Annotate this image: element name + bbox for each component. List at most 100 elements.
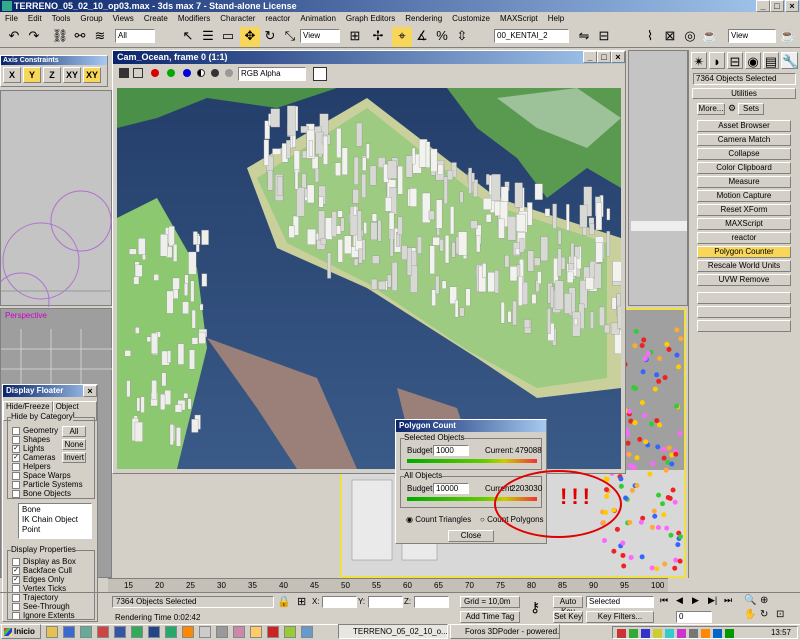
- count-triangles-radio[interactable]: ◉ Count Triangles: [406, 515, 471, 524]
- quick-launch-ie-icon[interactable]: [63, 626, 75, 638]
- utility-camera-match-button[interactable]: Camera Match: [697, 134, 791, 146]
- axis-xy-button-4[interactable]: XY: [83, 67, 101, 83]
- tray-icon[interactable]: [617, 629, 626, 638]
- zoom-all-icon[interactable]: ⊕: [760, 595, 768, 606]
- taskbar-item-3dsmax[interactable]: TERRENO_05_02_10_o...: [338, 624, 448, 639]
- menu-item-modifiers[interactable]: Modifiers: [173, 12, 215, 26]
- utility-measure-button[interactable]: Measure: [697, 176, 791, 188]
- category-list-item[interactable]: IK Chain Object: [22, 515, 88, 525]
- tray-icon[interactable]: [677, 629, 686, 638]
- modify-tab-icon[interactable]: ◗: [709, 52, 725, 69]
- utility-collapse-button[interactable]: Collapse: [697, 148, 791, 160]
- blue-channel-icon[interactable]: [183, 69, 191, 77]
- category-list-item[interactable]: Point: [22, 525, 88, 535]
- render-type-dropdown[interactable]: View: [728, 29, 776, 43]
- menu-item-customize[interactable]: Customize: [447, 12, 495, 26]
- quick-launch-winamp-icon[interactable]: [182, 626, 194, 638]
- channel-dropdown[interactable]: RGB Alpha: [238, 67, 306, 81]
- utility-empty-slot-1[interactable]: [697, 292, 791, 304]
- menu-item-edit[interactable]: Edit: [23, 12, 47, 26]
- create-tab-icon[interactable]: ✴: [691, 52, 707, 69]
- render-close-button[interactable]: ×: [611, 51, 625, 63]
- quick-launch-mail-icon[interactable]: [301, 626, 313, 638]
- auto-key-button[interactable]: Auto Key: [553, 596, 583, 616]
- color-swatch[interactable]: [313, 67, 327, 81]
- axis-z-button-2[interactable]: Z: [43, 67, 61, 83]
- tray-icon[interactable]: [701, 629, 710, 638]
- redo-icon[interactable]: ↷: [24, 27, 44, 47]
- selected-budget-input[interactable]: 1000: [433, 445, 469, 456]
- utilities-rollout-header[interactable]: Utilities: [692, 88, 796, 99]
- configure-sets-icon[interactable]: ⚙: [728, 103, 736, 114]
- all-budget-input[interactable]: 10000: [433, 483, 469, 494]
- tray-icon[interactable]: [713, 629, 722, 638]
- zoom-icon[interactable]: 🔍: [744, 595, 756, 606]
- snap-icon[interactable]: ⌖: [392, 27, 412, 47]
- quick-launch-word-icon[interactable]: [114, 626, 126, 638]
- menu-item-rendering[interactable]: Rendering: [400, 12, 447, 26]
- manipulate-icon[interactable]: ✢: [368, 27, 388, 47]
- quick-launch-excel-icon[interactable]: [131, 626, 143, 638]
- rect-selection-icon[interactable]: ▭: [218, 27, 238, 47]
- motion-tab-icon[interactable]: ◉: [745, 52, 761, 69]
- property-display-as-box-checkbox[interactable]: Display as Box: [12, 557, 76, 566]
- quick-launch-media-icon[interactable]: [97, 626, 109, 638]
- menu-item-animation[interactable]: Animation: [295, 12, 341, 26]
- key-mode-dropdown[interactable]: Selected: [586, 596, 654, 608]
- quick-launch-folder-icon[interactable]: [46, 626, 58, 638]
- menu-item-graph-editors[interactable]: Graph Editors: [341, 12, 400, 26]
- prev-frame-icon[interactable]: ◀: [676, 595, 683, 606]
- scale-icon[interactable]: ⤡: [280, 27, 300, 47]
- utility-uvw-remove-button[interactable]: UVW Remove: [697, 274, 791, 286]
- utility-polygon-counter-button[interactable]: Polygon Counter: [697, 246, 791, 258]
- tray-icon[interactable]: [641, 629, 650, 638]
- utility-motion-capture-button[interactable]: Motion Capture: [697, 190, 791, 202]
- top-right-viewport[interactable]: [628, 50, 688, 306]
- undo-icon[interactable]: ↶: [4, 27, 24, 47]
- bind-spacewarp-icon[interactable]: ≋: [90, 27, 110, 47]
- menu-item-tools[interactable]: Tools: [47, 12, 76, 26]
- percent-snap-icon[interactable]: %: [432, 27, 452, 47]
- quick-launch-calc-icon[interactable]: [216, 626, 228, 638]
- y-coord-field[interactable]: [368, 596, 403, 608]
- z-coord-field[interactable]: [414, 596, 449, 608]
- curve-editor-icon[interactable]: ⌇: [640, 27, 660, 47]
- axis-xy-button-3[interactable]: XY: [63, 67, 81, 83]
- render-minimize-button[interactable]: _: [583, 51, 597, 63]
- utility-reset-xform-button[interactable]: Reset XForm: [697, 204, 791, 216]
- menu-item-views[interactable]: Views: [108, 12, 139, 26]
- display-tab-icon[interactable]: ▤: [763, 52, 779, 69]
- menu-item-file[interactable]: File: [0, 12, 23, 26]
- align-icon[interactable]: ⊟: [594, 27, 614, 47]
- tray-icon[interactable]: [725, 629, 734, 638]
- ref-coord-dropdown[interactable]: View: [300, 29, 340, 43]
- pivot-icon[interactable]: ⊞: [345, 27, 365, 47]
- schematic-view-icon[interactable]: ⊠: [660, 27, 680, 47]
- red-channel-icon[interactable]: [151, 69, 159, 77]
- quick-launch-photoshop-icon[interactable]: [148, 626, 160, 638]
- pan-icon[interactable]: ✋: [744, 609, 756, 620]
- tray-icon[interactable]: [653, 629, 662, 638]
- key-icon[interactable]: ⚷: [530, 599, 540, 616]
- green-channel-icon[interactable]: [167, 69, 175, 77]
- sets-button[interactable]: Sets: [738, 103, 764, 115]
- category-list[interactable]: Bone IK Chain Object Point: [18, 503, 92, 539]
- select-link-icon[interactable]: ⛓: [50, 27, 70, 47]
- invert-button[interactable]: Invert: [62, 452, 86, 463]
- quick-launch-explorer-icon[interactable]: [250, 626, 262, 638]
- none-button[interactable]: None: [62, 439, 86, 450]
- render-scene-icon[interactable]: ☕: [700, 27, 720, 47]
- select-object-icon[interactable]: ↖: [178, 27, 198, 47]
- display-floater-close-button[interactable]: ×: [83, 385, 97, 397]
- select-by-name-icon[interactable]: ☰: [198, 27, 218, 47]
- spinner-snap-icon[interactable]: ⇳: [452, 27, 472, 47]
- tray-icon[interactable]: [689, 629, 698, 638]
- timeline-track[interactable]: 15 20 25 30 35 40 45 50 55 60 65 70 75 80 85 90 95 100: [108, 578, 668, 592]
- category-list-item[interactable]: Bone: [22, 505, 88, 515]
- start-button[interactable]: Inicio: [1, 624, 41, 639]
- quick-launch-outlook-icon[interactable]: [80, 626, 92, 638]
- top-left-viewport[interactable]: [0, 90, 113, 330]
- menu-item-character[interactable]: Character: [215, 12, 260, 26]
- clear-icon[interactable]: [225, 69, 233, 77]
- polygon-count-close-button[interactable]: Close: [448, 530, 494, 542]
